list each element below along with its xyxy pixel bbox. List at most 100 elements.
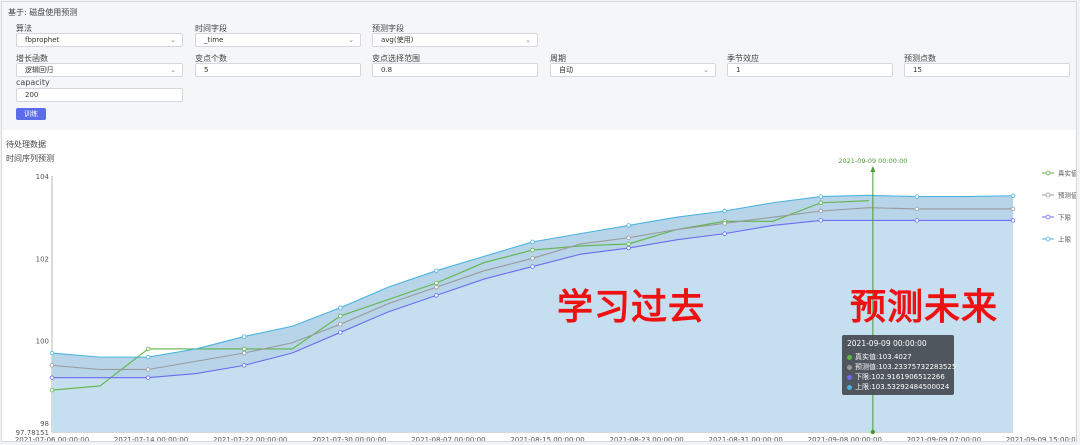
- series-point-2: [145, 375, 151, 380]
- series-point-3: [818, 194, 823, 199]
- tooltip-text: 上限:103.53292484500024: [855, 383, 950, 391]
- series-point-2: [434, 293, 439, 298]
- chevron-down-icon: ⌄: [348, 36, 354, 44]
- series-point-2: [530, 264, 535, 269]
- series-point-1: [914, 206, 920, 212]
- points-input[interactable]: 15: [904, 63, 1070, 77]
- tooltip-text: 下限:102.9161906512266: [855, 373, 945, 381]
- series-point-2: [49, 375, 55, 380]
- legend-marker: [1045, 236, 1051, 242]
- series-point-1: [49, 363, 55, 368]
- season-input[interactable]: 1: [727, 63, 893, 77]
- tooltip-row: 下限:102.9161906512266: [847, 372, 949, 382]
- x-tick-label: 2021-07-22 00:00:00: [213, 436, 287, 442]
- tooltip-text: 预测值:103.23375732283525: [855, 363, 957, 371]
- chevron-down-icon: ⌄: [525, 36, 531, 44]
- app-window: 基于: 磁盘使用预测 算法 fbprophet ⌄ 时间字段 _time ⌄ 预…: [1, 1, 1077, 442]
- tooltip-row: 上限:103.53292484500024: [847, 382, 949, 392]
- pred-value: avg(使用): [381, 36, 414, 44]
- legend-marker: [1045, 170, 1051, 176]
- series-point-0: [818, 200, 823, 205]
- capacity-label: capacity: [16, 78, 50, 87]
- series-point-3: [338, 305, 343, 310]
- training-form: 基于: 磁盘使用预测 算法 fbprophet ⌄ 时间字段 _time ⌄ 预…: [2, 2, 1076, 129]
- series-point-2: [722, 231, 727, 236]
- period-select[interactable]: 自动 ⌄: [550, 63, 716, 77]
- chevron-down-icon: ⌄: [703, 66, 709, 74]
- x-tick-label: 2021-09-08 00:00:00: [808, 436, 882, 442]
- series-point-3: [914, 194, 920, 199]
- series-point-0: [626, 241, 631, 247]
- legend-label: 真实值: [1058, 169, 1077, 178]
- x-tick-label: 2021-08-23 00:00:00: [609, 436, 683, 442]
- series-point-3: [49, 350, 55, 356]
- legend-marker: [1045, 214, 1051, 220]
- series-point-0: [530, 247, 535, 253]
- series-point-0: [338, 313, 343, 319]
- tooltip-text: 真实值:103.4027: [855, 353, 912, 361]
- series-point-1: [722, 221, 727, 226]
- series-point-3: [241, 334, 247, 339]
- series-point-0: [49, 387, 55, 393]
- pred-select[interactable]: avg(使用) ⌄: [372, 33, 538, 47]
- series-point-2: [241, 363, 247, 368]
- legend-marker: [1045, 192, 1051, 198]
- marker-label: 2021-09-09 00:00:00: [838, 157, 907, 165]
- time-value: _time: [204, 36, 224, 44]
- chart-tooltip: 2021-09-09 00:00:00 真实值:103.4027 预测值:103…: [842, 335, 957, 395]
- x-tick-label: 2021-08-15 00:00:00: [510, 436, 584, 442]
- x-tick-label: 2021-07-14 00:00:00: [114, 436, 188, 442]
- marker-base: [870, 429, 876, 435]
- series-point-1: [1010, 206, 1016, 212]
- series-point-0: [241, 346, 247, 352]
- y-tick-label: 104: [36, 173, 50, 181]
- series-point-1: [818, 208, 823, 214]
- series-point-3: [530, 239, 535, 245]
- series-point-2: [818, 218, 823, 223]
- series-point-1: [241, 350, 247, 356]
- tooltip-dot: [847, 354, 852, 360]
- series-point-1: [626, 235, 631, 240]
- tooltip-time: 2021-09-09 00:00:00: [847, 339, 927, 348]
- growth-select[interactable]: 逻辑回归 ⌄: [16, 63, 183, 77]
- series-point-0: [434, 280, 439, 286]
- x-tick-label: 2021-07-06 00:00:00: [15, 436, 89, 442]
- series-point-1: [338, 322, 343, 327]
- tooltip-dot: [847, 374, 852, 380]
- cp-count-input[interactable]: 5: [195, 63, 361, 77]
- series-point-2: [914, 218, 920, 223]
- series-point-3: [145, 354, 151, 360]
- algo-select[interactable]: fbprophet ⌄: [16, 33, 183, 47]
- marker-arrow-icon: [870, 166, 876, 172]
- series-point-1: [145, 367, 151, 372]
- series-point-2: [626, 245, 631, 251]
- series-point-2: [1010, 218, 1016, 223]
- tooltip-dot: [847, 364, 852, 370]
- x-tick-label: 2021-09-09 07:00:00: [907, 436, 981, 442]
- series-point-2: [338, 330, 343, 335]
- y-tick-label: 100: [36, 338, 49, 346]
- time-select[interactable]: _time ⌄: [195, 33, 361, 47]
- y-tick-label: 102: [36, 255, 49, 263]
- learn-past-text: 学习过去: [557, 287, 706, 328]
- series-point-3: [722, 208, 727, 214]
- y-tick-label: 98: [40, 420, 49, 428]
- cp-range-input[interactable]: 0.8: [372, 63, 538, 77]
- algo-value: fbprophet: [25, 36, 60, 44]
- legend-label: 下限: [1058, 213, 1072, 222]
- page-title: 基于: 磁盘使用预测: [8, 8, 78, 17]
- series-point-1: [434, 284, 439, 290]
- chevron-down-icon: ⌄: [170, 66, 176, 74]
- predict-future-text: 预测未来: [850, 287, 999, 328]
- x-tick-label: 2021-08-07 00:00:00: [411, 436, 485, 442]
- capacity-input[interactable]: 200: [16, 88, 183, 102]
- growth-value: 逻辑回归: [25, 66, 53, 74]
- tooltip-row: 真实值:103.4027: [847, 352, 949, 362]
- series-point-3: [434, 268, 439, 273]
- chevron-down-icon: ⌄: [170, 36, 176, 44]
- train-button[interactable]: 训练: [16, 108, 46, 120]
- legend-label: 上限: [1058, 235, 1072, 244]
- x-tick-label: 2021-07-30 00:00:00: [312, 436, 386, 442]
- series-point-1: [530, 256, 535, 261]
- x-tick-label: 2021-08-31 00:00:00: [709, 436, 783, 442]
